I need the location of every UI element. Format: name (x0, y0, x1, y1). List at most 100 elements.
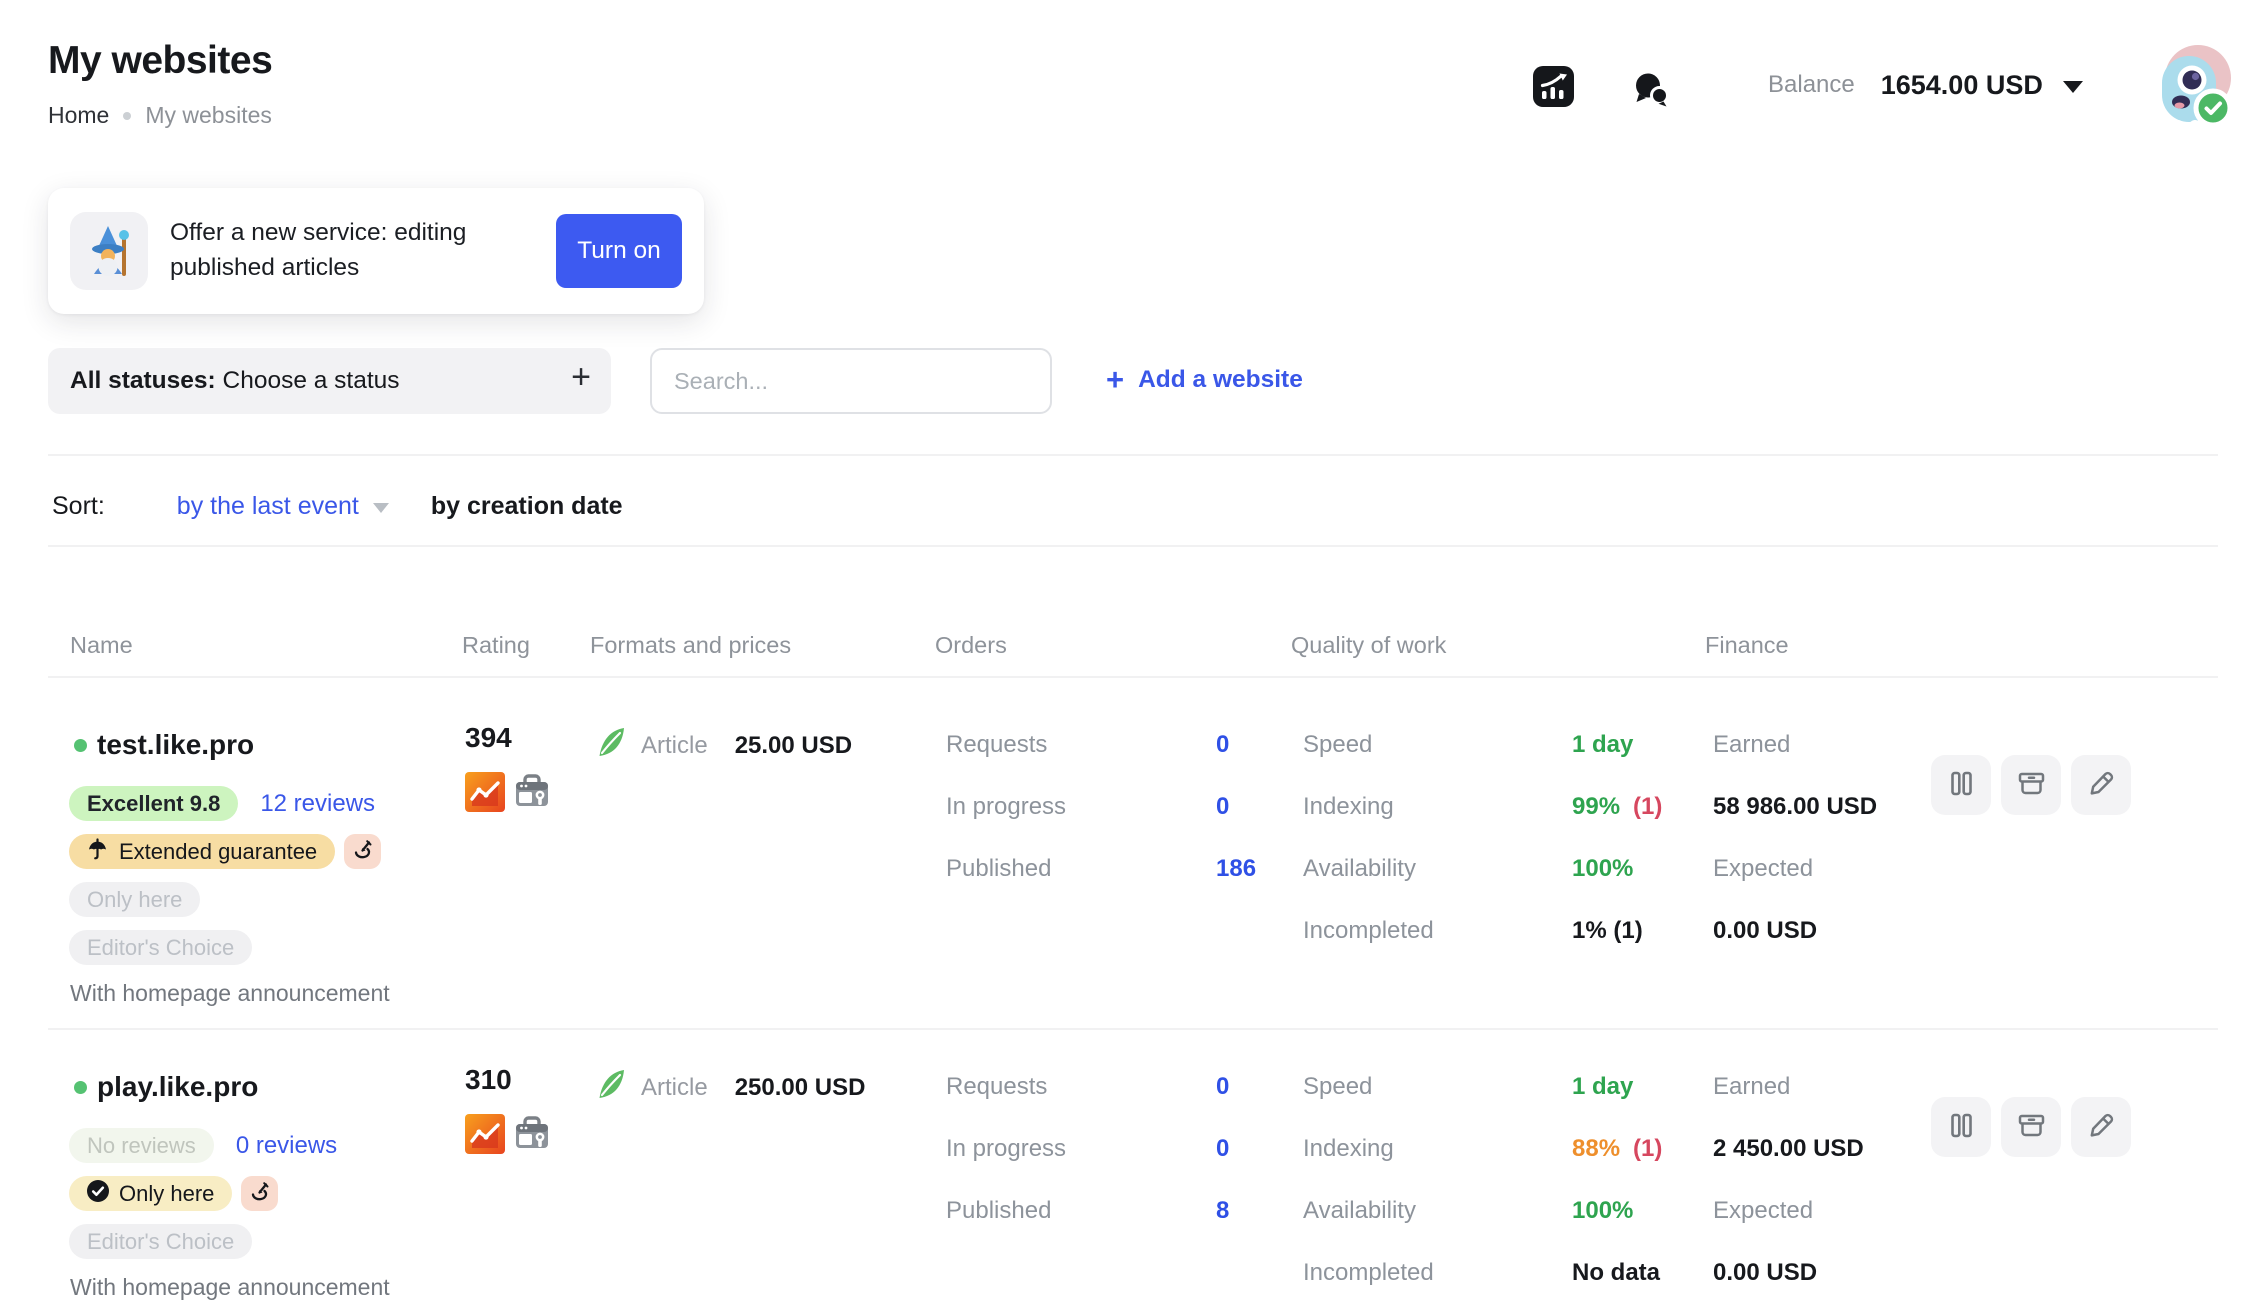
format-price: 25.00 USD (735, 732, 852, 760)
pause-button[interactable] (1931, 1097, 1991, 1157)
reviews-link[interactable]: 12 reviews (260, 790, 375, 818)
promo-banner-text: Offer a new service: editing published a… (170, 215, 540, 285)
feather-icon (594, 1067, 628, 1108)
finance-earned-label: Earned (1713, 1073, 1790, 1101)
site-name-link[interactable]: test.like.pro (74, 728, 478, 762)
orders-requests-value[interactable]: 0 (1216, 1073, 1229, 1101)
user-avatar[interactable] (2147, 40, 2235, 136)
orders-inprogress-label: In progress (946, 1135, 1216, 1163)
quality-indexing-count: (1) (1633, 1135, 1662, 1163)
format-type: Article (641, 732, 708, 760)
quality-availability-label: Availability (1303, 855, 1572, 883)
quality-incompleted-value: No data (1572, 1259, 1660, 1287)
finance-expected-value: 0.00 USD (1713, 1259, 1817, 1287)
announcement-note: With homepage announcement (70, 980, 478, 1007)
orders-published-value[interactable]: 186 (1216, 855, 1256, 883)
sort-row: Sort: by the last event by creation date (52, 490, 623, 522)
chat-button[interactable] (1632, 70, 1670, 110)
row-actions (1931, 1097, 2131, 1157)
turn-on-button[interactable]: Turn on (556, 214, 682, 288)
quality-cell: Speed1 day Indexing88%(1) Availability10… (1303, 1056, 1662, 1304)
balance-dropdown[interactable]: Balance 1654.00 USD (1768, 66, 2083, 104)
quality-speed-value: 1 day (1572, 1073, 1633, 1101)
stats-button[interactable] (1533, 66, 1574, 110)
promotion-dart-chip[interactable] (241, 1176, 278, 1211)
archive-button[interactable] (2001, 755, 2061, 815)
row-actions (1931, 755, 2131, 815)
add-website-button[interactable]: + Add a website (1106, 364, 1303, 395)
quality-incompleted-value: 1% (1) (1572, 917, 1643, 945)
webmaster-toolbox-icon[interactable] (513, 1114, 551, 1159)
balance-value: 1654.00 USD (1881, 70, 2043, 101)
webmaster-toolbox-icon[interactable] (513, 772, 551, 817)
pause-button[interactable] (1931, 755, 1991, 815)
finance-expected-label: Expected (1713, 855, 1813, 883)
orders-inprogress-value[interactable]: 0 (1216, 793, 1229, 821)
rating-badge: Excellent 9.8 (69, 786, 238, 821)
analytics-chart-icon[interactable] (465, 772, 505, 817)
sort-option-last-event[interactable]: by the last event (177, 492, 359, 521)
status-filter[interactable]: All statuses: Choose a status + (48, 348, 611, 414)
finance-cell: Earned 2 450.00 USD Expected 0.00 USD (1713, 1056, 1864, 1304)
rating-value: 310 (465, 1064, 551, 1096)
page-title: My websites (48, 38, 272, 84)
status-filter-label: All statuses: Choose a status (70, 367, 400, 395)
rating-value: 394 (465, 722, 551, 754)
finance-expected-label: Expected (1713, 1197, 1813, 1225)
finance-cell: Earned 58 986.00 USD Expected 0.00 USD (1713, 714, 1877, 962)
announcement-note: With homepage announcement (70, 1274, 478, 1301)
chevron-down-icon (373, 503, 389, 513)
archive-box-icon (2017, 769, 2046, 801)
quality-availability-label: Availability (1303, 1197, 1572, 1225)
dart-target-icon (249, 1181, 270, 1207)
orders-published-label: Published (946, 855, 1216, 883)
promotion-dart-chip[interactable] (344, 834, 381, 869)
quality-incompleted-label: Incompleted (1303, 917, 1572, 945)
pencil-edit-icon (2087, 769, 2116, 801)
pause-icon (1948, 1112, 1975, 1142)
quality-speed-label: Speed (1303, 1073, 1572, 1101)
breadcrumb-home-link[interactable]: Home (48, 102, 109, 129)
live-status-dot (74, 739, 87, 752)
sort-option-creation-date[interactable]: by creation date (431, 492, 623, 521)
archive-button[interactable] (2001, 1097, 2061, 1157)
stats-bar-chart-icon (1533, 95, 1574, 110)
orders-requests-label: Requests (946, 731, 1216, 759)
chat-bubbles-icon (1632, 95, 1670, 110)
orders-requests-label: Requests (946, 1073, 1216, 1101)
add-website-label: Add a website (1138, 366, 1303, 394)
chevron-down-icon (2063, 81, 2083, 93)
live-status-dot (74, 1081, 87, 1094)
format-cell: Article 250.00 USD (594, 1067, 865, 1108)
breadcrumb-separator-dot (123, 112, 131, 120)
plus-icon: + (1106, 364, 1124, 395)
wizard-icon (70, 212, 148, 290)
quality-availability-value: 100% (1572, 1197, 1633, 1225)
finance-earned-value: 58 986.00 USD (1713, 793, 1877, 821)
name-cell: test.like.pro Excellent 9.8 12 reviews E… (48, 728, 478, 1007)
analytics-chart-icon[interactable] (465, 1114, 505, 1159)
orders-requests-value[interactable]: 0 (1216, 731, 1229, 759)
table-header-row: Name Rating Formats and prices Orders Qu… (0, 632, 2266, 660)
sort-label: Sort: (52, 492, 105, 521)
table-row: test.like.pro Excellent 9.8 12 reviews E… (0, 700, 2266, 1029)
orders-cell: Requests0 In progress0 Published8 (946, 1056, 1229, 1242)
site-name-link[interactable]: play.like.pro (74, 1070, 478, 1104)
breadcrumb: Home My websites (48, 102, 272, 129)
divider (48, 1028, 2218, 1030)
only-here-badge: Only here (69, 1176, 232, 1211)
orders-published-value[interactable]: 8 (1216, 1197, 1229, 1225)
reviews-link[interactable]: 0 reviews (236, 1132, 337, 1160)
editors-choice-badge-inactive: Editor's Choice (69, 1224, 252, 1259)
edit-button[interactable] (2071, 755, 2131, 815)
orders-inprogress-value[interactable]: 0 (1216, 1135, 1229, 1163)
quality-indexing-value: 99% (1572, 793, 1620, 821)
umbrella-icon (87, 838, 108, 866)
edit-button[interactable] (2071, 1097, 2131, 1157)
search-input[interactable] (650, 348, 1052, 414)
format-price: 250.00 USD (735, 1074, 866, 1102)
balance-label: Balance (1768, 71, 1855, 99)
table-row: play.like.pro No reviews 0 reviews Only … (0, 1042, 2266, 1295)
format-cell: Article 25.00 USD (594, 725, 852, 766)
my-websites-page: My websites Home My websites Balance 165… (0, 0, 2266, 1308)
